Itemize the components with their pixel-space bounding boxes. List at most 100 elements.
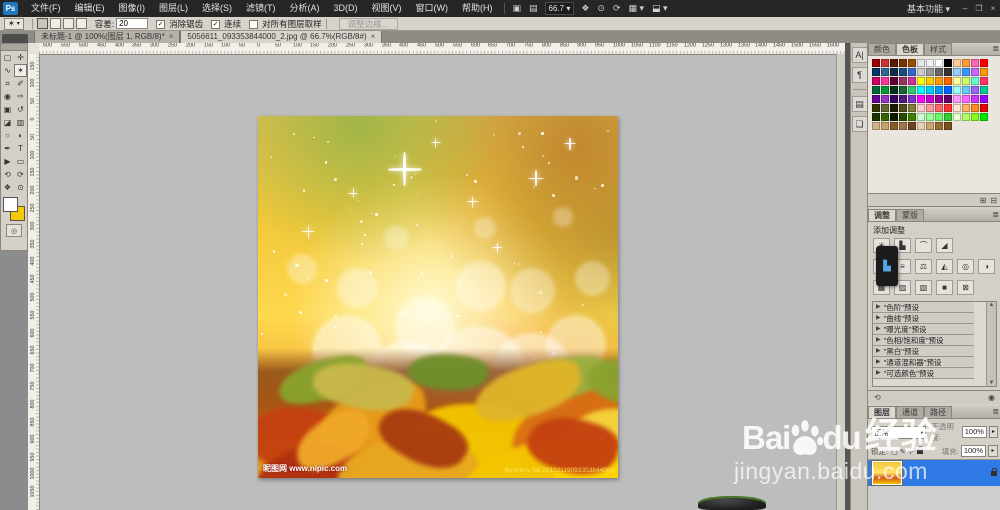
color-swatch[interactable] bbox=[899, 77, 907, 85]
preset-item-6[interactable]: ▶ "可选颜色"预设 bbox=[873, 368, 974, 379]
lock-pixels-icon[interactable]: ✎ bbox=[900, 449, 906, 456]
menu-item-5[interactable]: 滤镜(T) bbox=[239, 0, 283, 17]
preset-item-1[interactable]: ▶ "曲线"预设 bbox=[873, 313, 974, 324]
expand-triangle-icon[interactable]: ▶ bbox=[876, 313, 881, 324]
color-swatch[interactable] bbox=[881, 95, 889, 103]
tab-close-icon[interactable]: × bbox=[169, 31, 174, 43]
expand-triangle-icon[interactable]: ▶ bbox=[876, 346, 881, 357]
color-swatch[interactable] bbox=[971, 68, 979, 76]
color-swatch[interactable] bbox=[917, 95, 925, 103]
rotate-view-icon[interactable]: ⟳ bbox=[609, 0, 625, 17]
swatches-menu-icon[interactable]: ≣ bbox=[992, 44, 999, 53]
threshold-icon[interactable]: ▧ bbox=[915, 280, 932, 295]
color-swatch[interactable] bbox=[971, 104, 979, 112]
hand-tool-icon[interactable]: ❖ bbox=[577, 0, 593, 17]
color-swatch[interactable] bbox=[908, 59, 916, 67]
photo-filter-icon[interactable]: ◎ bbox=[957, 259, 974, 274]
color-swatch[interactable] bbox=[917, 104, 925, 112]
brush-tool[interactable]: ✑ bbox=[14, 90, 27, 103]
color-swatch[interactable] bbox=[935, 95, 943, 103]
screen-mode-button[interactable]: ◎ bbox=[6, 224, 22, 237]
color-swatch[interactable] bbox=[944, 104, 952, 112]
layers-tab-0[interactable]: 图层 bbox=[868, 406, 896, 418]
expand-triangle-icon[interactable]: ▶ bbox=[876, 357, 881, 368]
color-swatch[interactable] bbox=[899, 68, 907, 76]
zoom-level-box[interactable]: 66.7 ▾ bbox=[544, 2, 575, 15]
color-swatch[interactable] bbox=[908, 122, 916, 130]
swatches-tab-1[interactable]: 色板 bbox=[896, 43, 924, 55]
color-swatch[interactable] bbox=[935, 122, 943, 130]
curves-icon[interactable]: ⌒ bbox=[915, 238, 932, 253]
arrange-documents-icon[interactable]: ▦ ▾ bbox=[625, 0, 649, 17]
preset-item-4[interactable]: ▶ "黑白"预设 bbox=[873, 346, 974, 357]
color-swatch[interactable] bbox=[881, 86, 889, 94]
color-swatch[interactable] bbox=[944, 77, 952, 85]
color-swatch[interactable] bbox=[944, 113, 952, 121]
color-swatch[interactable] bbox=[926, 86, 934, 94]
dodge-tool[interactable]: ◐ bbox=[14, 129, 27, 142]
layers-tab-1[interactable]: 通道 bbox=[896, 406, 924, 418]
color-swatch[interactable] bbox=[935, 77, 943, 85]
background-layer-row[interactable] bbox=[868, 460, 1000, 486]
color-swatch[interactable] bbox=[971, 86, 979, 94]
color-swatch[interactable] bbox=[908, 95, 916, 103]
color-swatch[interactable] bbox=[890, 122, 898, 130]
color-swatch[interactable] bbox=[953, 59, 961, 67]
checkbox-0[interactable]: ✓ bbox=[156, 20, 166, 29]
clone-stamp-tool[interactable]: ▣ bbox=[1, 103, 14, 116]
color-swatch[interactable] bbox=[881, 68, 889, 76]
color-swatch[interactable] bbox=[944, 122, 952, 130]
vertical-ruler[interactable]: 150 100 50 0 50 100 150 200 250 300 350 400 450 500 55… bbox=[28, 54, 40, 510]
color-swatch[interactable] bbox=[962, 59, 970, 67]
color-swatch[interactable] bbox=[926, 122, 934, 130]
lock-transparent-icon[interactable]: ▢ bbox=[891, 449, 898, 456]
adjustments-tab-1[interactable]: 蒙版 bbox=[896, 209, 924, 221]
menu-item-1[interactable]: 编辑(E) bbox=[68, 0, 112, 17]
color-swatch[interactable] bbox=[890, 68, 898, 76]
color-swatch[interactable] bbox=[953, 68, 961, 76]
selective-color-icon[interactable]: ⊠ bbox=[957, 280, 974, 295]
color-swatch[interactable] bbox=[872, 122, 880, 130]
color-swatch[interactable] bbox=[935, 113, 943, 121]
magic-wand-tool[interactable]: ✶ bbox=[14, 64, 27, 77]
color-swatch[interactable] bbox=[872, 104, 880, 112]
eraser-tool[interactable]: ◪ bbox=[1, 116, 14, 129]
expand-triangle-icon[interactable]: ▶ bbox=[876, 368, 881, 379]
color-swatch[interactable] bbox=[881, 59, 889, 67]
paragraph-panel-icon[interactable]: ¶ bbox=[851, 67, 868, 83]
color-swatch[interactable] bbox=[962, 68, 970, 76]
history-panel-icon[interactable]: ▤ bbox=[851, 96, 868, 112]
close-button[interactable]: × bbox=[986, 4, 1000, 13]
layer-comps-panel-icon[interactable]: ❏ bbox=[851, 116, 868, 132]
swatches-tab-2[interactable]: 样式 bbox=[924, 43, 952, 55]
levels-hover-preview[interactable]: ▙ bbox=[876, 246, 898, 286]
color-swatch[interactable] bbox=[917, 68, 925, 76]
layer-thumbnail[interactable] bbox=[872, 461, 902, 485]
color-swatch[interactable] bbox=[908, 68, 916, 76]
selection-intersect-icon[interactable] bbox=[75, 18, 87, 29]
menu-item-4[interactable]: 选择(S) bbox=[195, 0, 239, 17]
color-swatch[interactable] bbox=[971, 59, 979, 67]
character-panel-icon[interactable]: A| bbox=[851, 47, 868, 63]
vertical-scrollbar[interactable] bbox=[836, 54, 845, 510]
type-tool[interactable]: T bbox=[14, 142, 27, 155]
color-swatch[interactable] bbox=[872, 113, 880, 121]
color-swatch[interactable] bbox=[980, 104, 988, 112]
view-extras-icon[interactable]: ▤ bbox=[525, 0, 542, 17]
layers-menu-icon[interactable]: ≣ bbox=[992, 407, 999, 416]
black-white-icon[interactable]: ◭ bbox=[936, 259, 953, 274]
color-swatch[interactable] bbox=[962, 95, 970, 103]
refine-edge-button[interactable]: 调整边缘... bbox=[338, 17, 398, 30]
color-swatch[interactable] bbox=[944, 59, 952, 67]
color-swatch[interactable] bbox=[944, 86, 952, 94]
adjustments-tab-0[interactable]: 调整 bbox=[868, 209, 896, 221]
color-swatch[interactable] bbox=[899, 122, 907, 130]
return-arrow-icon[interactable]: ⟲ bbox=[874, 393, 881, 402]
move-tool[interactable]: ✛ bbox=[14, 51, 27, 64]
adjustments-menu-icon[interactable]: ≣ bbox=[992, 210, 999, 219]
color-swatch[interactable] bbox=[881, 77, 889, 85]
color-swatch[interactable] bbox=[962, 104, 970, 112]
color-swatch[interactable] bbox=[953, 77, 961, 85]
menu-item-8[interactable]: 视图(V) bbox=[365, 0, 409, 17]
menu-item-10[interactable]: 帮助(H) bbox=[455, 0, 500, 17]
